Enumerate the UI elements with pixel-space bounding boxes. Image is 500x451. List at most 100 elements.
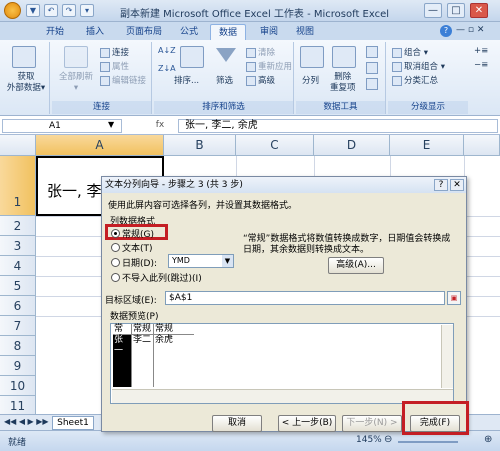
- subtotal-button[interactable]: 分类汇总: [392, 74, 438, 86]
- customize-quick-access-icon[interactable]: ▾: [80, 4, 94, 17]
- tab-data[interactable]: 数据: [210, 24, 246, 40]
- cancel-button[interactable]: 取消: [212, 415, 262, 432]
- advanced-filter-button[interactable]: 高级: [246, 74, 275, 86]
- properties-button[interactable]: 属性: [100, 60, 129, 72]
- group-data-tools: 分列 删除 重复项 数据工具: [296, 42, 386, 114]
- maximize-button[interactable]: □: [447, 3, 465, 18]
- date-format-dropdown-icon[interactable]: ▼: [222, 255, 233, 267]
- ungroup-button[interactable]: 取消组合 ▾: [392, 60, 445, 72]
- select-all-corner[interactable]: [0, 135, 36, 156]
- row-header-10[interactable]: 10: [0, 376, 36, 396]
- row-header-8[interactable]: 8: [0, 336, 36, 356]
- row-header-7[interactable]: 7: [0, 316, 36, 336]
- radio-dot-icon: [111, 229, 120, 238]
- back-button[interactable]: < 上一步(B): [278, 415, 336, 432]
- name-box[interactable]: A1: [2, 119, 122, 133]
- row-header-2[interactable]: 2: [0, 216, 36, 236]
- window-title: 副本新建 Microsoft Office Excel 工作表 - Micros…: [120, 9, 390, 20]
- radio-text[interactable]: 文本(T): [111, 241, 153, 254]
- group-get-external-data: 获取 外部数据▾: [0, 42, 50, 114]
- office-logo-icon[interactable]: [4, 2, 21, 19]
- collapse-dialog-icon[interactable]: ▣: [447, 291, 461, 305]
- sheet-nav-icon[interactable]: ◀◀ ◀ ▶ ▶▶: [4, 417, 49, 426]
- column-header-c[interactable]: C: [236, 135, 314, 156]
- preview-column-3[interactable]: 常规 余虎: [154, 324, 194, 387]
- undo-icon[interactable]: ↶: [44, 4, 58, 17]
- radio-date[interactable]: 日期(D):: [111, 256, 157, 269]
- reapply-button[interactable]: 重新应用: [246, 60, 292, 72]
- radio-dot-icon: [111, 273, 120, 282]
- radio-general[interactable]: 常规(G): [111, 227, 154, 240]
- remove-duplicates-button[interactable]: 删除 重复项: [330, 72, 356, 94]
- text-to-columns-button[interactable]: 分列: [302, 74, 319, 86]
- ribbon-window-controls[interactable]: — ▫ ✕: [456, 25, 484, 35]
- advanced-button[interactable]: 高级(A)...: [328, 257, 384, 274]
- target-input[interactable]: $A$1: [165, 291, 445, 305]
- row-header-11[interactable]: 11: [0, 396, 36, 416]
- external-data-icon: [12, 46, 36, 68]
- what-if-icon[interactable]: [366, 78, 378, 90]
- preview-cell: 李二: [133, 335, 152, 345]
- tab-insert[interactable]: 插入: [80, 24, 110, 40]
- preview-vertical-scrollbar[interactable]: [441, 325, 453, 388]
- row-header-4[interactable]: 4: [0, 256, 36, 276]
- sort-button[interactable]: 排序...: [174, 74, 199, 86]
- column-header-b[interactable]: B: [164, 135, 236, 156]
- formula-input[interactable]: 张一, 李二, 余虎: [178, 119, 498, 133]
- consolidate-icon[interactable]: [366, 62, 378, 74]
- group-label-connections: 连接: [52, 101, 151, 114]
- tab-review[interactable]: 审阅: [254, 24, 284, 40]
- row-header-6[interactable]: 6: [0, 296, 36, 316]
- connections-button[interactable]: 连接: [100, 46, 129, 58]
- zoom-in-icon[interactable]: ⊕: [484, 434, 492, 445]
- close-button[interactable]: ✕: [470, 3, 488, 18]
- refresh-all-icon: [64, 46, 88, 68]
- insert-function-icon[interactable]: fx: [150, 119, 170, 133]
- zoom-out-icon[interactable]: ⊖: [384, 434, 392, 445]
- row-header-9[interactable]: 9: [0, 356, 36, 376]
- finish-button[interactable]: 完成(F): [410, 415, 460, 432]
- name-box-dropdown-icon[interactable]: ▼: [108, 120, 114, 129]
- ribbon-tabs: 开始 插入 页面布局 公式 数据 审阅 视图 ? — ▫ ✕: [0, 22, 500, 40]
- radio-skip-column[interactable]: 不导入此列(跳过)(I): [111, 271, 202, 284]
- minimize-button[interactable]: —: [424, 3, 442, 18]
- preview-cell: 余虎: [155, 335, 174, 345]
- group-button[interactable]: 组合 ▾: [392, 46, 428, 58]
- tab-page-layout[interactable]: 页面布局: [120, 24, 168, 40]
- tab-formulas[interactable]: 公式: [174, 24, 204, 40]
- refresh-all-button[interactable]: 全部刷新 ▾: [54, 72, 98, 94]
- zoom-slider[interactable]: [398, 441, 458, 443]
- row-header-1[interactable]: 1: [0, 156, 36, 216]
- dialog-close-icon[interactable]: ✕: [450, 179, 464, 191]
- sheet-tab-sheet1[interactable]: Sheet1: [52, 416, 94, 430]
- preview-column-1[interactable]: 常规 张一: [113, 324, 132, 387]
- get-external-data-button[interactable]: 获取 外部数据▾: [6, 72, 46, 94]
- advanced-icon: [246, 75, 256, 86]
- show-detail-icon[interactable]: +≡: [474, 46, 488, 56]
- data-validation-icon[interactable]: [366, 46, 378, 58]
- group-label-data-tools: 数据工具: [296, 101, 385, 114]
- save-icon[interactable]: ▼: [26, 4, 40, 17]
- sort-za-icon[interactable]: Z↓A: [158, 64, 176, 73]
- redo-icon[interactable]: ↷: [62, 4, 76, 17]
- next-button[interactable]: 下一步(N) >: [342, 415, 402, 432]
- filter-button[interactable]: 筛选: [216, 74, 233, 86]
- tab-view[interactable]: 视图: [290, 24, 320, 40]
- column-header-e[interactable]: E: [390, 135, 464, 156]
- dialog-help-icon[interactable]: ?: [434, 179, 448, 191]
- group-connections: 全部刷新 ▾ 连接 属性 编辑链接 连接: [52, 42, 152, 114]
- edit-links-button[interactable]: 编辑链接: [100, 74, 146, 86]
- row-header-5[interactable]: 5: [0, 276, 36, 296]
- preview-column-2[interactable]: 常规 李二: [132, 324, 154, 387]
- zoom-level[interactable]: 145%: [356, 435, 382, 445]
- clear-button[interactable]: 清除: [246, 46, 275, 58]
- help-icon[interactable]: ?: [440, 25, 452, 37]
- tab-home[interactable]: 开始: [40, 24, 70, 40]
- column-header-d[interactable]: D: [314, 135, 390, 156]
- edit-links-icon: [100, 75, 110, 86]
- hide-detail-icon[interactable]: −≡: [474, 60, 488, 70]
- row-header-3[interactable]: 3: [0, 236, 36, 256]
- column-header-a[interactable]: A: [36, 135, 164, 156]
- column-header-f[interactable]: [464, 135, 500, 156]
- sort-az-icon[interactable]: A↓Z: [158, 46, 176, 55]
